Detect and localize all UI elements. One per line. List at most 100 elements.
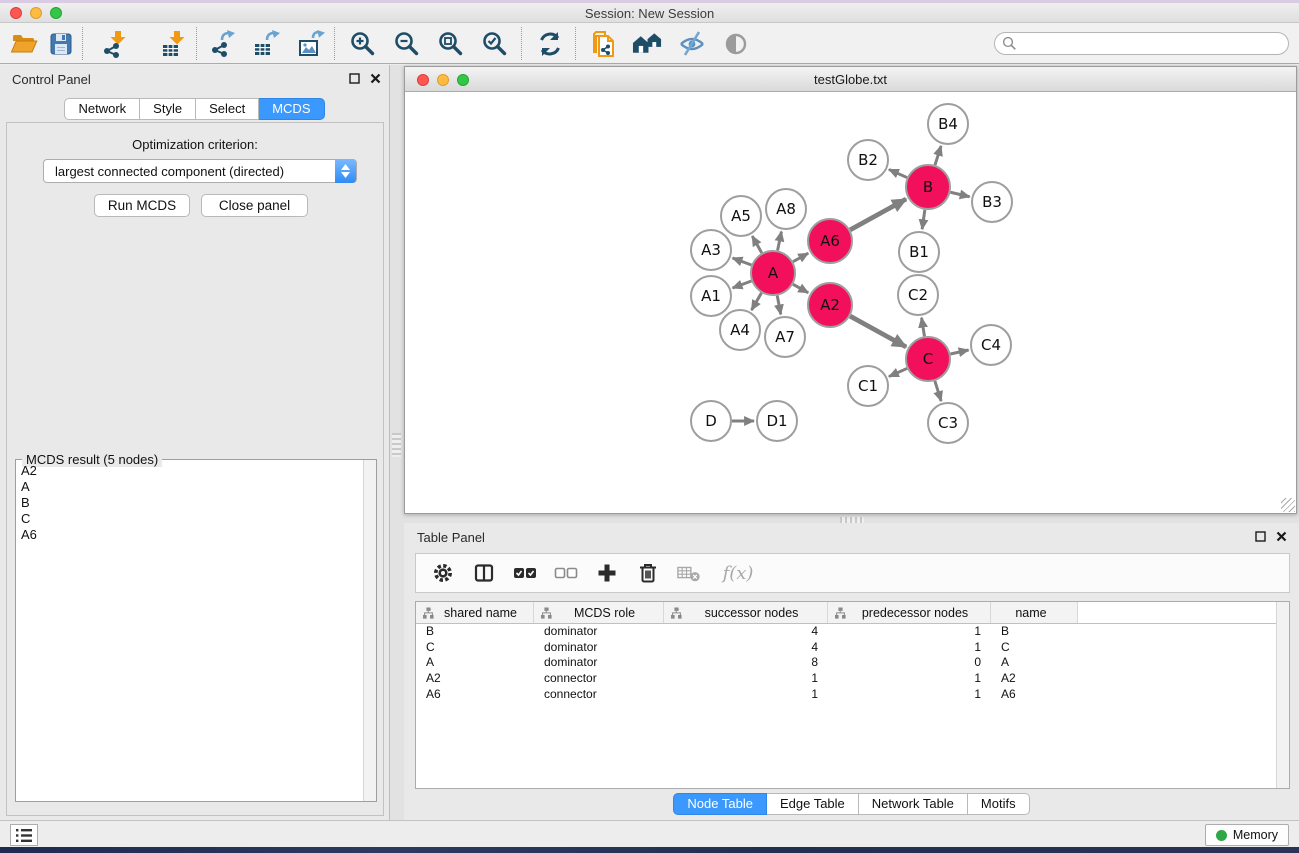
graph-edge-A6-B[interactable] — [850, 199, 906, 230]
table-row[interactable]: Bdominator41B — [416, 624, 1276, 640]
graph-node-A3[interactable]: A3 — [691, 230, 731, 270]
export-network-icon[interactable] — [206, 28, 237, 59]
export-table-icon[interactable] — [250, 28, 281, 59]
table-cell[interactable]: dominator — [534, 640, 664, 656]
show-column-icon[interactable] — [472, 561, 496, 585]
table-cell[interactable]: 1 — [664, 687, 828, 703]
table-cell[interactable]: B — [416, 624, 534, 640]
mcds-result-item[interactable]: A — [16, 479, 363, 495]
zoom-in-icon[interactable] — [347, 28, 378, 59]
column-header-predecessor-nodes[interactable]: predecessor nodes — [828, 602, 991, 623]
open-file-icon[interactable] — [8, 28, 39, 59]
graph-edge-C-C4[interactable] — [950, 350, 968, 354]
graph-node-A2[interactable]: A2 — [808, 283, 852, 327]
import-table-icon[interactable] — [158, 28, 189, 59]
table-cell[interactable]: 0 — [828, 655, 991, 671]
save-session-icon[interactable] — [45, 28, 76, 59]
zoom-selected-icon[interactable] — [479, 28, 510, 59]
graph-node-A[interactable]: A — [751, 251, 795, 295]
graph-node-D[interactable]: D — [691, 401, 731, 441]
graph-node-A1[interactable]: A1 — [691, 276, 731, 316]
table-cell[interactable]: connector — [534, 671, 664, 687]
column-header-successor-nodes[interactable]: successor nodes — [664, 602, 828, 623]
first-neighbors-icon[interactable] — [632, 28, 663, 59]
table-cell[interactable]: 1 — [828, 624, 991, 640]
graph-node-C[interactable]: C — [906, 337, 950, 381]
mcds-result-item[interactable]: C — [16, 511, 363, 527]
tab-edge-table[interactable]: Edge Table — [767, 793, 859, 815]
select-all-columns-icon[interactable] — [513, 561, 537, 585]
panel-menu-button[interactable] — [10, 824, 38, 846]
table-cell[interactable]: A2 — [991, 671, 1078, 687]
graph-edge-C-C3[interactable] — [935, 381, 941, 401]
table-row[interactable]: Cdominator41C — [416, 640, 1276, 656]
graph-edge-B-B1[interactable] — [922, 210, 925, 229]
graph-edge-B-B4[interactable] — [935, 146, 941, 165]
zoom-fit-icon[interactable] — [435, 28, 466, 59]
table-cell[interactable]: C — [416, 640, 534, 656]
table-cell[interactable]: A6 — [991, 687, 1078, 703]
tab-network-table[interactable]: Network Table — [859, 793, 968, 815]
table-settings-gear-icon[interactable] — [431, 561, 455, 585]
table-cell[interactable]: A — [991, 655, 1078, 671]
tab-motifs[interactable]: Motifs — [968, 793, 1030, 815]
column-header-name[interactable]: name — [991, 602, 1078, 623]
graph-edge-A-A4[interactable] — [752, 293, 762, 310]
network-canvas[interactable]: B4B2BB3A5A8A6A3AB1A1C2A2A4A7C4CC1C3DD1 — [405, 92, 1296, 513]
table-cell[interactable]: 1 — [828, 687, 991, 703]
graph-edge-A-A5[interactable] — [752, 236, 761, 253]
graph-edge-C-C1[interactable] — [889, 368, 907, 376]
graph-edge-B-B2[interactable] — [889, 169, 907, 177]
delete-column-trash-icon[interactable] — [636, 561, 660, 585]
table-cell[interactable]: 4 — [664, 624, 828, 640]
column-header-shared-name[interactable]: shared name — [416, 602, 534, 623]
tab-node-table[interactable]: Node Table — [673, 793, 767, 815]
apply-layout-icon[interactable] — [534, 28, 565, 59]
graph-node-A6[interactable]: A6 — [808, 219, 852, 263]
new-session-icon[interactable] — [589, 28, 620, 59]
graph-node-A7[interactable]: A7 — [765, 317, 805, 357]
table-cell[interactable]: A6 — [416, 687, 534, 703]
graph-node-C4[interactable]: C4 — [971, 325, 1011, 365]
graph-node-C2[interactable]: C2 — [898, 275, 938, 315]
table-cell[interactable]: 1 — [828, 640, 991, 656]
graph-node-C1[interactable]: C1 — [848, 366, 888, 406]
table-cell[interactable]: 1 — [664, 671, 828, 687]
mcds-result-scrollbar[interactable] — [363, 460, 376, 801]
table-scrollbar[interactable] — [1276, 602, 1289, 788]
table-cell[interactable]: 8 — [664, 655, 828, 671]
table-cell[interactable]: dominator — [534, 655, 664, 671]
graph-node-B2[interactable]: B2 — [848, 140, 888, 180]
mcds-result-item[interactable]: B — [16, 495, 363, 511]
graph-node-A4[interactable]: A4 — [720, 310, 760, 350]
table-cell[interactable]: B — [991, 624, 1078, 640]
graph-node-A8[interactable]: A8 — [766, 189, 806, 229]
table-cell[interactable]: 1 — [828, 671, 991, 687]
close-panel-button[interactable]: Close panel — [201, 194, 308, 217]
export-image-icon[interactable] — [295, 28, 326, 59]
mcds-result-item[interactable]: A6 — [16, 527, 363, 543]
graph-node-C3[interactable]: C3 — [928, 403, 968, 443]
search-input[interactable] — [994, 32, 1289, 55]
float-panel-icon[interactable] — [1255, 531, 1266, 542]
tab-mcds[interactable]: MCDS — [259, 98, 324, 120]
tab-style[interactable]: Style — [140, 98, 196, 120]
table-cell[interactable]: connector — [534, 687, 664, 703]
graph-edge-A-A8[interactable] — [778, 232, 782, 251]
memory-button[interactable]: Memory — [1205, 824, 1289, 846]
optimization-criterion-select[interactable]: largest connected component (directed) — [43, 159, 357, 183]
tab-network[interactable]: Network — [64, 98, 140, 120]
graph-node-B3[interactable]: B3 — [972, 182, 1012, 222]
graph-node-B4[interactable]: B4 — [928, 104, 968, 144]
graph-edge-A-A7[interactable] — [777, 296, 781, 315]
window-resize-grip[interactable] — [1281, 498, 1295, 512]
hide-selected-icon[interactable] — [676, 28, 707, 59]
table-row[interactable]: A2connector11A2 — [416, 671, 1276, 687]
graph-node-B[interactable]: B — [906, 165, 950, 209]
close-panel-icon[interactable] — [370, 73, 381, 84]
import-network-icon[interactable] — [99, 28, 130, 59]
table-cell[interactable]: A2 — [416, 671, 534, 687]
table-row[interactable]: Adominator80A — [416, 655, 1276, 671]
unselect-all-columns-icon[interactable] — [554, 561, 578, 585]
column-header-MCDS-role[interactable]: MCDS role — [534, 602, 664, 623]
